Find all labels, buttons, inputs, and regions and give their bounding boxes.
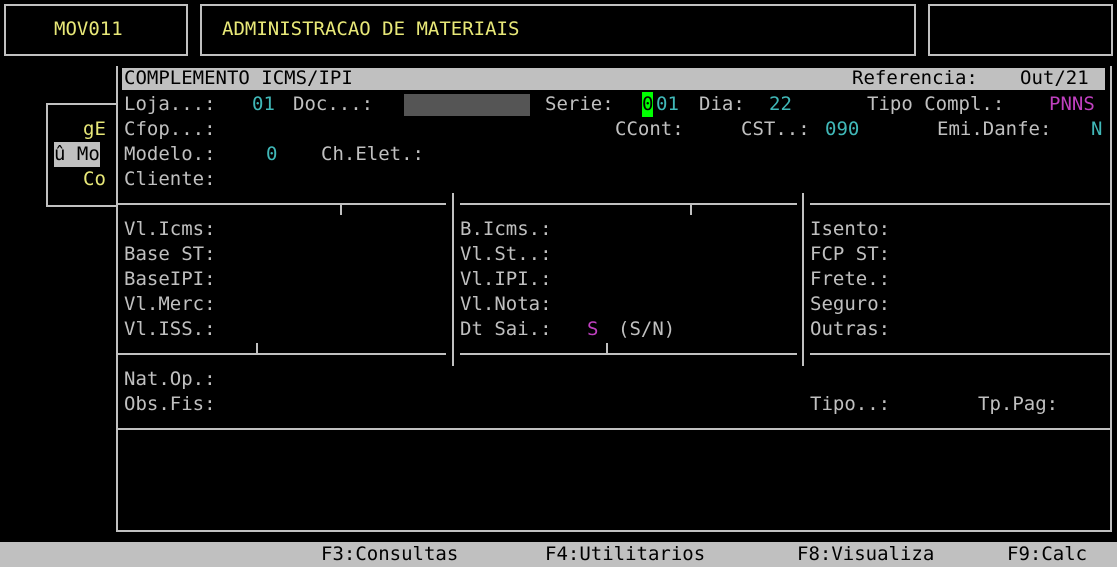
values-tick-1 xyxy=(340,205,342,215)
seguro-label: Seguro: xyxy=(810,293,891,315)
doc-input[interactable] xyxy=(404,94,530,116)
outras-label: Outras: xyxy=(810,318,891,340)
dia-label: Dia: xyxy=(699,93,745,115)
vl-st-label: Vl.St..: xyxy=(460,243,552,265)
vl-nota-label: Vl.Nota: xyxy=(460,293,552,315)
base-ipi-label: BaseIPI: xyxy=(124,268,216,290)
background-menu-item-2[interactable]: û Mo xyxy=(54,142,100,167)
values-divider-1 xyxy=(452,193,454,366)
dialog-left-border xyxy=(116,66,118,532)
obs-fis-label: Obs.Fis: xyxy=(124,393,216,415)
modelo-value[interactable]: 0 xyxy=(266,142,277,167)
referencia-value: Out/21 xyxy=(1020,67,1089,89)
f4-utilitarios-key[interactable]: F4:Utilitarios xyxy=(545,542,705,567)
ccont-label: CCont: xyxy=(615,118,684,140)
header-right-box xyxy=(928,4,1113,56)
serie-value[interactable]: 01 xyxy=(656,92,679,117)
tipo-compl-value[interactable]: PNNS xyxy=(1049,92,1095,117)
tipo-compl-label: Tipo Compl.: xyxy=(867,93,1005,115)
vl-iss-label: Vl.ISS.: xyxy=(124,318,216,340)
dialog-right-border xyxy=(1110,66,1112,532)
doc-label: Doc...: xyxy=(293,93,374,115)
serie-cursor[interactable]: 0 xyxy=(642,92,654,117)
base-st-label: Base ST: xyxy=(124,243,216,265)
b-icms-label: B.Icms.: xyxy=(460,218,552,240)
app-title: ADMINISTRACAO DE MATERIAIS xyxy=(222,18,520,40)
program-code: MOV011 xyxy=(54,18,123,40)
tp-pag-label: Tp.Pag: xyxy=(978,393,1059,415)
values-bottom-line-3 xyxy=(810,353,1110,355)
values-bottom-line-1 xyxy=(118,353,446,355)
emi-danfe-value[interactable]: N xyxy=(1091,117,1102,142)
ch-elet-label: Ch.Elet.: xyxy=(321,143,424,165)
dia-value[interactable]: 22 xyxy=(769,92,792,117)
dialog-title: COMPLEMENTO ICMS/IPI xyxy=(124,67,353,89)
vl-merc-label: Vl.Merc: xyxy=(124,293,216,315)
f9-calc-key[interactable]: F9:Calc xyxy=(1007,542,1087,567)
referencia-label: Referencia: xyxy=(852,67,978,89)
frete-label: Frete.: xyxy=(810,268,891,290)
values-top-line-3 xyxy=(810,203,1110,205)
nat-op-label: Nat.Op.: xyxy=(124,368,216,390)
isento-label: Isento: xyxy=(810,218,891,240)
values-divider-2 xyxy=(802,193,804,366)
background-menu-item-3[interactable]: Co xyxy=(83,167,106,192)
values-bottom-line-2 xyxy=(460,353,797,355)
dt-sai-value[interactable]: S xyxy=(587,317,598,342)
cfop-label: Cfop...: xyxy=(124,118,216,140)
loja-label: Loja...: xyxy=(124,93,216,115)
cst-value[interactable]: 090 xyxy=(825,117,859,142)
vl-ipi-label: Vl.IPI.: xyxy=(460,268,552,290)
f3-consultas-key[interactable]: F3:Consultas xyxy=(321,542,458,567)
function-key-bar: F3:Consultas F4:Utilitarios F8:Visualiza… xyxy=(0,542,1117,567)
f8-visualiza-key[interactable]: F8:Visualiza xyxy=(797,542,934,567)
background-menu-item-1[interactable]: gE xyxy=(83,117,106,142)
cliente-label: Cliente: xyxy=(124,168,216,190)
cst-label: CST..: xyxy=(741,118,810,140)
values-tick-4 xyxy=(606,343,608,353)
dt-sai-hint: (S/N) xyxy=(618,318,676,340)
dt-sai-label: Dt Sai.: xyxy=(460,318,552,340)
dialog-titlebar: COMPLEMENTO ICMS/IPI Referencia: Out/21 xyxy=(122,67,1105,90)
values-tick-2 xyxy=(690,205,692,215)
emi-danfe-label: Emi.Danfe: xyxy=(937,118,1052,140)
fcp-st-label: FCP ST: xyxy=(810,243,891,265)
values-top-line-1 xyxy=(118,203,446,205)
vl-icms-label: Vl.Icms: xyxy=(124,218,216,240)
values-top-line-2 xyxy=(460,203,797,205)
serie-label: Serie: xyxy=(545,93,614,115)
obs-divider-line xyxy=(118,428,1110,430)
tipo-label: Tipo..: xyxy=(810,393,891,415)
dialog-bottom-border xyxy=(116,530,1112,532)
values-tick-3 xyxy=(256,343,258,353)
loja-value[interactable]: 01 xyxy=(252,92,275,117)
modelo-label: Modelo.: xyxy=(124,143,216,165)
